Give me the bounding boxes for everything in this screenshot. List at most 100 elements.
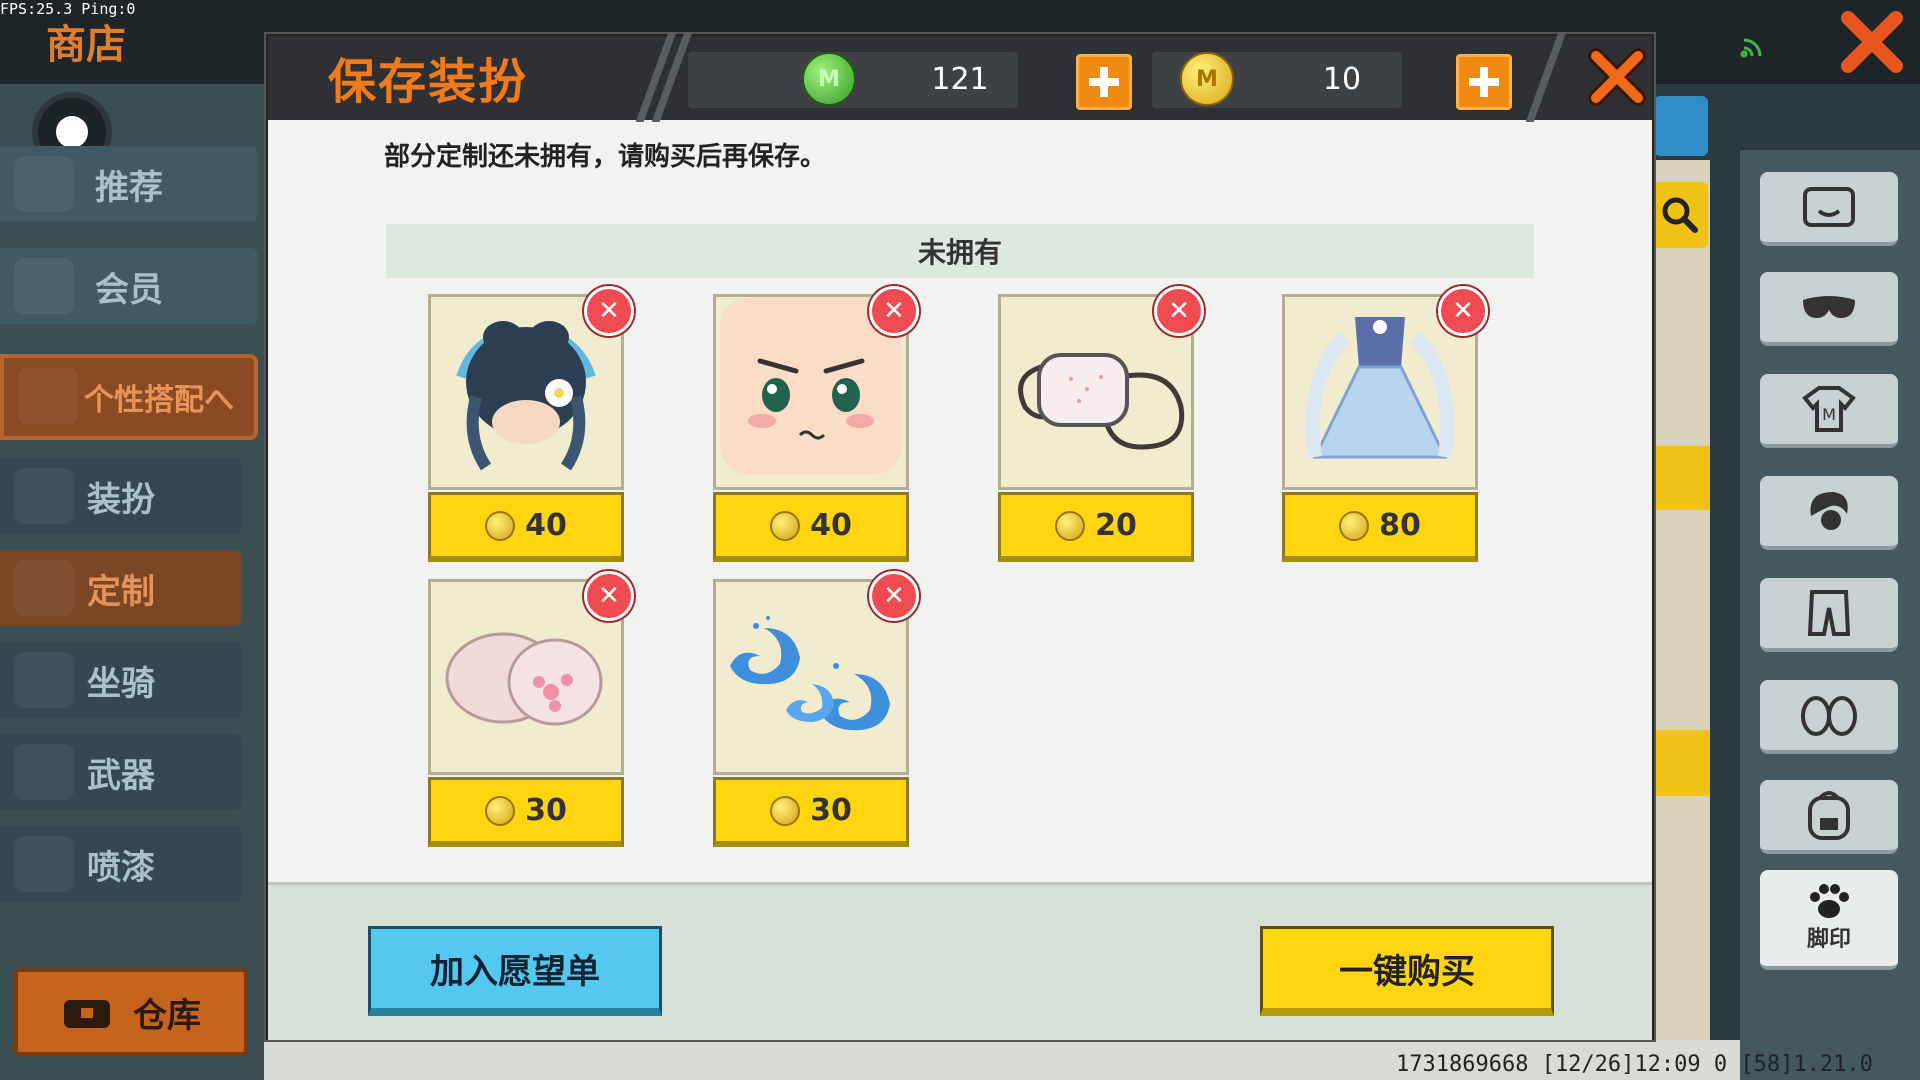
sidebar-label: 定制 — [87, 571, 155, 612]
sidebar-label: 推荐 — [95, 167, 163, 208]
paw-icon — [1810, 884, 1849, 918]
remove-item-button[interactable]: ✕ — [584, 286, 634, 336]
not-owned-header: 未拥有 — [386, 224, 1534, 278]
item-price: 80 — [1379, 508, 1421, 543]
sidebar-item-style[interactable]: 个性搭配へ — [0, 354, 258, 440]
item-price: 30 — [525, 793, 567, 828]
sidebar-item-weapon[interactable]: 武器 — [0, 734, 242, 810]
remove-item-button[interactable]: ✕ — [869, 286, 919, 336]
mask-icon — [1803, 296, 1855, 318]
item-card: 20 ✕ — [998, 286, 1204, 568]
strip-yellow-tile — [1652, 446, 1710, 510]
remove-item-button[interactable]: ✕ — [584, 571, 634, 621]
sidebar-label: 会员 — [95, 269, 163, 310]
status-line: 1731869668 [12/26]12:09 0 [58]1.21.0 — [1396, 1052, 1873, 1077]
pants-icon — [1807, 590, 1851, 636]
gold-coin-icon — [485, 795, 516, 826]
section-label: 未拥有 — [917, 236, 1002, 269]
sidebar-item-member[interactable]: 会员 — [0, 248, 258, 324]
item-price: 20 — [1095, 508, 1137, 543]
style-icon — [18, 368, 78, 424]
category-mask-button[interactable] — [1760, 272, 1898, 346]
save-outfit-dialog: 保存装扮 M 121 M 10 部分定制还未拥有，请购买后再保存。 未拥有 40… — [266, 32, 1654, 1040]
gold-coin-icon — [485, 510, 516, 541]
sidebar-label: 武器 — [87, 755, 155, 796]
remove-item-button[interactable]: ✕ — [1154, 286, 1204, 336]
backpack-icon — [1808, 791, 1850, 840]
category-backpack-button[interactable] — [1760, 780, 1898, 854]
sidebar-label: 坐骑 — [87, 663, 155, 704]
warehouse-button[interactable]: 仓库 — [14, 968, 248, 1056]
signal-icon — [1740, 38, 1762, 58]
green-coin-value: 121 — [931, 62, 989, 97]
category-face-button[interactable] — [1760, 172, 1898, 246]
item-price-button[interactable]: 30 — [713, 777, 909, 847]
add-to-wishlist-button[interactable]: 加入愿望单 — [368, 926, 662, 1016]
item-card: 30 ✕ — [428, 571, 634, 853]
category-footprint-button[interactable]: 脚印 — [1760, 870, 1898, 970]
face-icon — [1803, 187, 1855, 227]
category-pants-button[interactable] — [1760, 578, 1898, 652]
avatar-dot — [56, 116, 88, 148]
green-coin-icon: M — [802, 52, 856, 106]
remove-item-button[interactable]: ✕ — [869, 571, 919, 621]
item-card: 40 ✕ — [713, 286, 919, 568]
item-price: 40 — [525, 508, 567, 543]
buy-all-button[interactable]: 一键购买 — [1260, 926, 1554, 1016]
weapon-icon — [14, 744, 74, 800]
gold-coin-icon — [1055, 510, 1086, 541]
chest-icon — [64, 1000, 110, 1028]
shop-title: 商店 — [46, 22, 126, 68]
mount-icon — [14, 652, 74, 708]
search-button[interactable] — [1652, 182, 1708, 248]
notice-text: 部分定制还未拥有，请购买后再保存。 — [384, 142, 827, 172]
item-card: 30 ✕ — [713, 571, 919, 853]
item-price-button[interactable]: 20 — [998, 492, 1194, 562]
shoes-icon — [1801, 696, 1857, 736]
dialog-close-icon[interactable] — [1586, 46, 1648, 108]
gold-coin-icon: M — [1180, 52, 1234, 106]
add-gold-coin-button[interactable] — [1456, 54, 1512, 110]
sidebar-item-spray[interactable]: 喷漆 — [0, 826, 242, 902]
item-price: 30 — [810, 793, 852, 828]
shirt-icon: M — [1802, 386, 1856, 432]
svg-text:M: M — [1822, 405, 1836, 424]
header-divider — [1525, 32, 1567, 122]
add-green-coin-button[interactable] — [1076, 54, 1132, 110]
wishlist-label: 加入愿望单 — [430, 952, 600, 992]
sidebar-item-mount[interactable]: 坐骑 — [0, 642, 242, 718]
hair-icon — [1810, 492, 1848, 530]
gold-coin-icon — [1339, 510, 1370, 541]
category-shirt-button[interactable]: M — [1760, 374, 1898, 448]
custom-icon — [14, 560, 74, 616]
recommend-icon — [14, 156, 74, 212]
item-price-button[interactable]: 40 — [428, 492, 624, 562]
gold-coin-icon — [770, 795, 801, 826]
category-shoes-button[interactable] — [1760, 680, 1898, 754]
item-price-button[interactable]: 40 — [713, 492, 909, 562]
gold-coin-value: 10 — [1322, 62, 1362, 97]
warehouse-label: 仓库 — [133, 995, 201, 1036]
item-price-button[interactable]: 30 — [428, 777, 624, 847]
category-hair-button[interactable] — [1760, 476, 1898, 550]
item-price: 40 — [810, 508, 852, 543]
remove-item-button[interactable]: ✕ — [1438, 286, 1488, 336]
buy-all-label: 一键购买 — [1339, 952, 1475, 992]
item-card: 80 ✕ — [1282, 286, 1488, 568]
shop-close-icon[interactable] — [1838, 8, 1906, 76]
item-grid-peek — [1650, 160, 1710, 1040]
footprint-label: 脚印 — [1806, 927, 1851, 952]
dialog-title: 保存装扮 — [328, 54, 529, 110]
search-icon — [1662, 197, 1698, 233]
item-price-button[interactable]: 80 — [1282, 492, 1478, 562]
dressup-icon — [14, 468, 74, 524]
sidebar-item-dressup[interactable]: 装扮 — [0, 458, 242, 534]
spray-icon — [14, 836, 74, 892]
sidebar-label: 装扮 — [87, 479, 155, 520]
sidebar-label: 喷漆 — [87, 847, 155, 888]
strip-tab[interactable] — [1654, 96, 1708, 156]
sidebar-item-recommend[interactable]: 推荐 — [0, 146, 258, 222]
sidebar-item-custom[interactable]: 定制 — [0, 550, 242, 626]
strip-yellow-tile — [1652, 730, 1710, 796]
dialog-header: 保存装扮 M 121 M 10 — [268, 32, 1652, 122]
